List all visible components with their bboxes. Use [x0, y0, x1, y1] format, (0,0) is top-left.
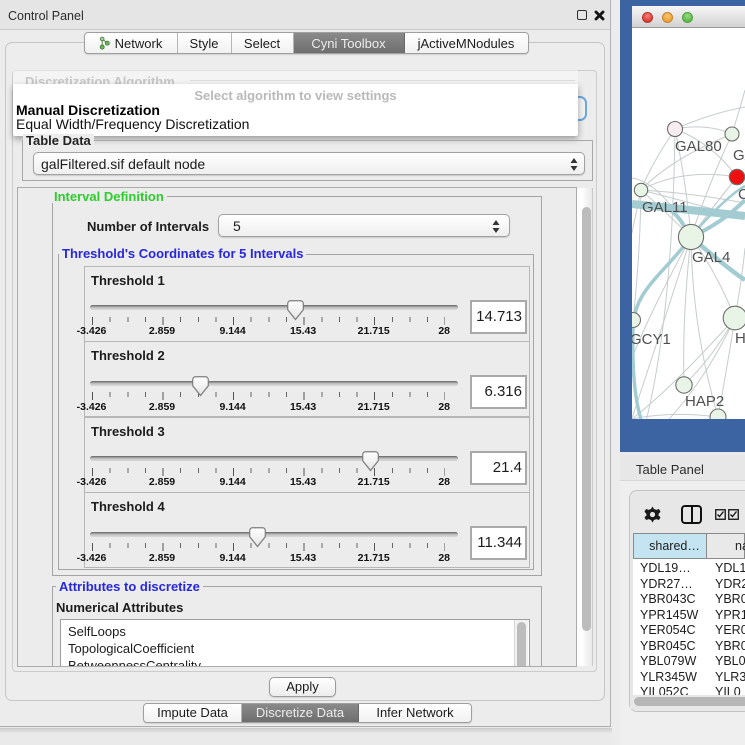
svg-text:GCY1: GCY1 — [632, 331, 671, 348]
svg-text:GAL4: GAL4 — [692, 249, 730, 266]
svg-text:GAL11: GAL11 — [642, 199, 688, 216]
svg-text:GA: GA — [733, 147, 745, 164]
svg-text:C: C — [738, 186, 745, 203]
svg-text:H: H — [735, 330, 745, 347]
svg-text:HAP2: HAP2 — [685, 393, 724, 410]
svg-text:GAL80: GAL80 — [675, 138, 722, 155]
